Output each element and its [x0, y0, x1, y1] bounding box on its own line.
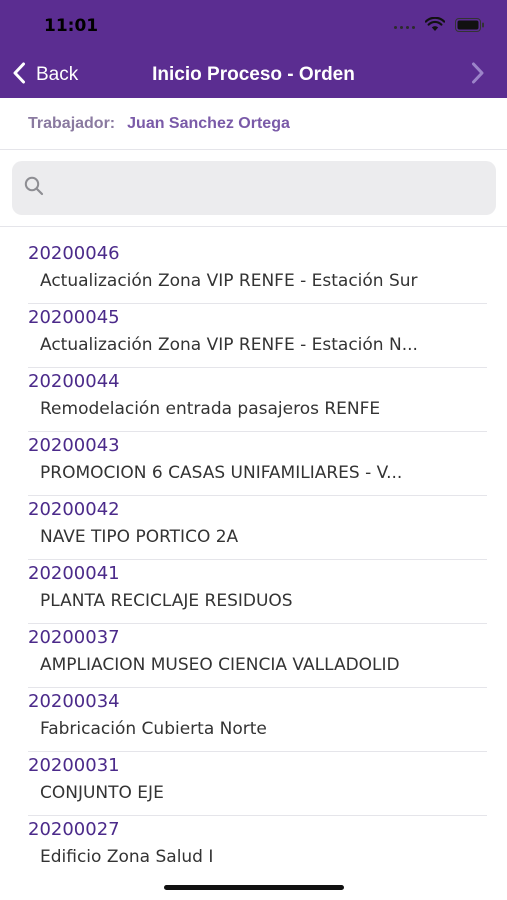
order-item[interactable]: 20200031 CONJUNTO EJE [0, 752, 507, 816]
order-code: 20200037 [28, 627, 120, 648]
order-code: 20200041 [28, 563, 120, 584]
forward-button[interactable] [471, 62, 485, 89]
order-description: Remodelación entrada pasajeros RENFE [40, 399, 381, 419]
order-item[interactable]: 20200046 Actualización Zona VIP RENFE - … [0, 240, 507, 304]
order-item[interactable]: 20200027 Edificio Zona Salud I [0, 816, 507, 880]
order-description: Actualización Zona VIP RENFE - Estación … [40, 271, 418, 291]
chevron-right-icon [471, 62, 485, 88]
order-list: 20200046 Actualización Zona VIP RENFE - … [0, 240, 507, 880]
search-input[interactable] [54, 178, 484, 198]
status-time: 11:01 [44, 16, 99, 36]
order-item[interactable]: 20200037 AMPLIACION MUSEO CIENCIA VALLAD… [0, 624, 507, 688]
worker-row: Trabajador: Juan Sanchez Ortega [0, 98, 507, 150]
battery-icon [455, 17, 485, 37]
order-code: 20200046 [28, 243, 120, 264]
cellular-signal-icon [394, 25, 415, 29]
order-item[interactable]: 20200042 NAVE TIPO PORTICO 2A [0, 496, 507, 560]
search-icon [24, 176, 44, 201]
order-code: 20200044 [28, 371, 120, 392]
order-item[interactable]: 20200044 Remodelación entrada pasajeros … [0, 368, 507, 432]
worker-label: Trabajador: [28, 114, 116, 132]
order-description: PLANTA RECICLAJE RESIDUOS [40, 591, 293, 611]
order-item[interactable]: 20200043 PROMOCION 6 CASAS UNIFAMILIARES… [0, 432, 507, 496]
order-description: Edificio Zona Salud I [40, 847, 214, 867]
page-title: Inicio Proceso - Orden [152, 64, 355, 85]
home-indicator [164, 885, 344, 890]
order-description: AMPLIACION MUSEO CIENCIA VALLADOLID [40, 655, 400, 675]
order-description: CONJUNTO EJE [40, 783, 164, 803]
status-icons [394, 16, 485, 38]
order-code: 20200027 [28, 819, 120, 840]
order-description: Actualización Zona VIP RENFE - Estación … [40, 335, 418, 355]
order-code: 20200042 [28, 499, 120, 520]
order-code: 20200031 [28, 755, 120, 776]
order-code: 20200043 [28, 435, 120, 456]
order-code: 20200045 [28, 307, 120, 328]
order-item[interactable]: 20200041 PLANTA RECICLAJE RESIDUOS [0, 560, 507, 624]
order-code: 20200034 [28, 691, 120, 712]
order-item[interactable]: 20200045 Actualización Zona VIP RENFE - … [0, 304, 507, 368]
search-box[interactable] [12, 161, 496, 215]
order-description: Fabricación Cubierta Norte [40, 719, 267, 739]
search-bar [0, 151, 507, 227]
worker-name: Juan Sanchez Ortega [127, 114, 290, 132]
order-item[interactable]: 20200034 Fabricación Cubierta Norte [0, 688, 507, 752]
order-description: PROMOCION 6 CASAS UNIFAMILIARES - V... [40, 463, 403, 483]
nav-bar: 11:01 Back Inicio Proceso - Orden [0, 0, 507, 98]
wifi-icon [424, 16, 446, 37]
order-description: NAVE TIPO PORTICO 2A [40, 527, 239, 547]
